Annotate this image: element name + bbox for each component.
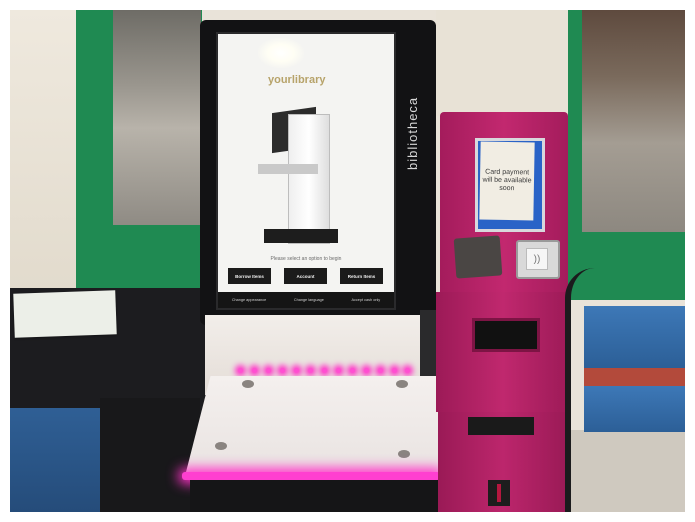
card-payment-notice: Card payment will be available soon — [479, 141, 535, 221]
led-light — [392, 368, 397, 373]
contactless-reader[interactable]: )) — [516, 240, 560, 279]
cabinet-dark — [100, 398, 200, 512]
desk-stud — [396, 380, 408, 388]
paper-sign — [13, 290, 117, 338]
lock-key-slot — [497, 484, 501, 502]
library-logo: yourlibrary — [268, 74, 326, 86]
bench-items — [584, 368, 685, 386]
led-light — [280, 368, 285, 373]
cash-slot[interactable] — [468, 417, 534, 435]
kiosk-illustration-base — [264, 229, 338, 243]
kiosk-brand: bibliotheca — [405, 96, 420, 170]
footer-appearance[interactable]: Change appearance — [232, 298, 266, 302]
blue-cabinet — [10, 408, 100, 512]
bench-back — [584, 306, 685, 368]
kiosk-base — [190, 480, 440, 512]
led-light — [378, 368, 383, 373]
led-light — [350, 368, 355, 373]
contactless-icon: )) — [526, 248, 548, 270]
wall-middle — [436, 10, 568, 116]
borrow-button[interactable]: Borrow Items — [228, 268, 271, 284]
footer-cash[interactable]: Accept cash only — [351, 298, 380, 302]
payment-unit-middle — [436, 292, 570, 412]
kiosk-screen[interactable]: yourlibrary Please select an option to b… — [216, 32, 396, 310]
led-strip — [238, 368, 410, 374]
account-button[interactable]: Account — [284, 268, 327, 284]
led-light — [252, 368, 257, 373]
kiosk-illustration — [288, 114, 330, 244]
cable — [565, 268, 597, 512]
window-pane-left — [113, 10, 201, 225]
led-light — [336, 368, 341, 373]
led-light — [238, 368, 243, 373]
bench-seat — [584, 386, 685, 432]
card-reader-slot[interactable] — [453, 235, 503, 279]
photo: bibliotheca yourlibrary Please select an… — [10, 10, 685, 512]
window-pane-right — [582, 10, 685, 232]
screen-glare — [258, 38, 304, 68]
desk-stud — [215, 442, 227, 450]
desk-stud — [398, 450, 410, 458]
receipt-slot[interactable] — [472, 318, 540, 352]
footer-language[interactable]: Change language — [294, 298, 324, 302]
led-light — [294, 368, 299, 373]
led-light — [405, 368, 410, 373]
led-light — [322, 368, 327, 373]
return-button[interactable]: Return Items — [340, 268, 383, 284]
led-light — [364, 368, 369, 373]
desk-led-edge — [182, 472, 440, 480]
led-light — [266, 368, 271, 373]
kiosk-illustration-shelf — [258, 164, 318, 174]
rfid-desk-surface[interactable] — [185, 376, 440, 476]
screen-footer: Change appearance Change language Accept… — [218, 292, 394, 308]
led-light — [308, 368, 313, 373]
desk-stud — [242, 380, 254, 388]
screen-prompt: Please select an option to begin — [270, 256, 342, 262]
